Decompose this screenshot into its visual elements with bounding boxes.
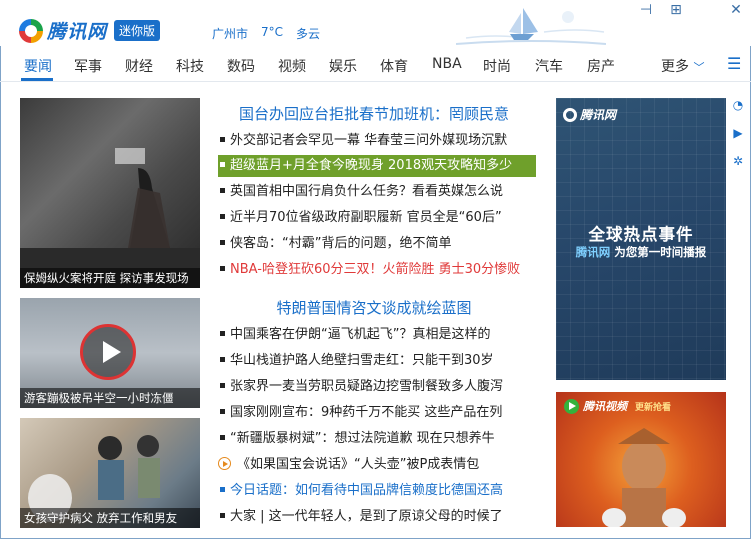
bullet-icon — [220, 240, 225, 245]
video-ad-logo: 腾讯视频 更新抢看 — [564, 398, 671, 414]
news-item[interactable]: 大家 | 这一代年轻人，是到了原谅父母的时候了 — [218, 506, 536, 528]
news-item[interactable]: 英国首相中国行肩负什么任务？看看英媒怎么说 — [218, 181, 536, 203]
video-icon — [218, 457, 231, 470]
bullet-icon — [220, 214, 225, 219]
banner-title: 全球热点事件 — [588, 225, 694, 244]
bullet-icon — [220, 357, 225, 362]
photo-caption: 游客蹦极被吊半空一小时冻僵 — [20, 388, 200, 408]
bullet-icon — [220, 435, 225, 440]
tencent-video-icon — [564, 398, 579, 414]
nav-item-news[interactable]: 要闻 — [24, 56, 52, 76]
bullet-icon — [220, 487, 225, 492]
nav-more-button[interactable]: 更多 ﹀ — [661, 56, 704, 76]
nav-item-entertainment[interactable]: 娱乐 — [329, 56, 357, 76]
weather-condition: 多云 — [296, 27, 321, 41]
news-item[interactable]: 华山栈道护路人绝壁扫雪走红：只能干到30岁 — [218, 350, 536, 372]
banner-logo: 腾讯网 — [563, 106, 616, 123]
header: 腾讯网 迷你版 广州市 7°C 多云 ⊣ ⊞ ✕ — [0, 0, 751, 46]
pin-icon[interactable]: ⊣ — [636, 1, 656, 19]
news-item[interactable]: 今日话题：如何看待中国品牌信赖度比德国还高 — [218, 480, 536, 502]
nav-item-military[interactable]: 军事 — [74, 56, 102, 76]
qq-logo-icon — [19, 18, 43, 43]
nav-item-digital[interactable]: 数码 — [227, 56, 255, 76]
logo-text: 腾讯网 — [47, 21, 108, 43]
tencent-video-ad[interactable]: 腾讯视频 更新抢看 — [556, 392, 726, 527]
photo-caption: 女孩守护病父 放弃工作和男友 — [20, 508, 200, 528]
refresh-icon[interactable]: ◔ — [731, 98, 745, 112]
weather[interactable]: 广州市 7°C 多云 — [212, 25, 320, 42]
news-item[interactable]: 侠客岛：“村霸”背后的问题，绝不简单 — [218, 233, 536, 255]
photo-card[interactable]: 保姆纵火案将开庭 探访事发现场 — [20, 98, 200, 288]
news-item[interactable]: 国家刚刚宣布：9种药千万不能买 这些产品在列 — [218, 402, 536, 424]
nav-item-auto[interactable]: 汽车 — [535, 56, 563, 76]
menu-icon[interactable]: ☰ — [727, 54, 741, 73]
bullet-icon — [220, 513, 225, 518]
bullet-icon — [220, 409, 225, 414]
nav-more-label: 更多 — [661, 59, 689, 75]
news-item[interactable]: 超级蓝月+月全食今晚现身 2018观天攻略知多少 — [218, 155, 536, 177]
headline-link[interactable]: 国台办回应台拒批春节加班机：罔顾民意 — [214, 103, 534, 124]
weather-temperature: 7°C — [261, 25, 284, 39]
nav-item-video[interactable]: 视频 — [278, 56, 306, 76]
bullet-icon — [220, 188, 225, 193]
gear-icon[interactable]: ✲ — [731, 154, 745, 168]
bullet-icon — [220, 266, 225, 271]
active-tab-indicator — [21, 78, 53, 81]
news-item[interactable]: 张家界一麦当劳职员疑路边挖雪制餐致多人腹泻 — [218, 376, 536, 398]
bullet-icon — [220, 162, 225, 167]
play-icon[interactable] — [80, 324, 136, 380]
maximize-icon[interactable]: ⊞ — [666, 1, 686, 19]
bullet-icon — [220, 383, 225, 388]
news-item[interactable]: 《如果国宝会说话》“人头壶”被P成表情包 — [218, 454, 536, 476]
banner-subtitle: 腾讯网 为您第一时间播报 — [575, 245, 707, 259]
news-item[interactable]: 中国乘客在伊朗“逼飞机起飞”？真相是这样的 — [218, 324, 536, 346]
logo[interactable]: 腾讯网 迷你版 — [19, 17, 161, 44]
hot-events-banner[interactable]: 腾讯网 全球热点事件 腾讯网 为您第一时间播报 — [556, 98, 726, 380]
photo-caption: 保姆纵火案将开庭 探访事发现场 — [20, 268, 200, 288]
sailboat-illustration — [456, 8, 606, 45]
news-item[interactable]: “新疆版暴树斌”：想过法院道歉 现在只想养牛 — [218, 428, 536, 450]
close-icon[interactable]: ✕ — [726, 1, 746, 19]
headline-link[interactable]: 特朗普国情咨文谈成就绘蓝图 — [214, 297, 534, 318]
edition-badge: 迷你版 — [114, 20, 161, 41]
weather-city: 广州市 — [212, 27, 249, 41]
fire-room-photo — [20, 148, 200, 288]
news-item[interactable]: NBA-哈登狂砍60分三双！火箭险胜 勇士30分惨败 — [218, 259, 536, 281]
nav-item-finance[interactable]: 财经 — [125, 56, 153, 76]
nav-item-fashion[interactable]: 时尚 — [483, 56, 511, 76]
bullet-icon — [220, 331, 225, 336]
chevron-down-icon: ﹀ — [693, 61, 705, 74]
nav-item-nba[interactable]: NBA — [432, 56, 462, 72]
photo-card[interactable]: 女孩守护病父 放弃工作和男友 — [20, 418, 200, 528]
news-item[interactable]: 外交部记者会罕见一幕 华春莹三问外媒现场沉默 — [218, 130, 536, 152]
nav-item-tech[interactable]: 科技 — [176, 56, 204, 76]
nav-item-house[interactable]: 房产 — [587, 56, 615, 76]
category-nav: 要闻 军事 财经 科技 数码 视频 娱乐 体育 NBA 时尚 汽车 房产 更多 … — [0, 48, 751, 82]
play-circle-icon[interactable]: ▶ — [731, 126, 745, 140]
bullet-icon — [220, 137, 225, 142]
nav-item-sports[interactable]: 体育 — [380, 56, 408, 76]
photo-card[interactable]: 游客蹦极被吊半空一小时冻僵 — [20, 298, 200, 408]
news-item[interactable]: 近半月70位省级政府副职履新 官员全是“60后” — [218, 207, 536, 229]
qq-logo-icon — [563, 107, 577, 122]
